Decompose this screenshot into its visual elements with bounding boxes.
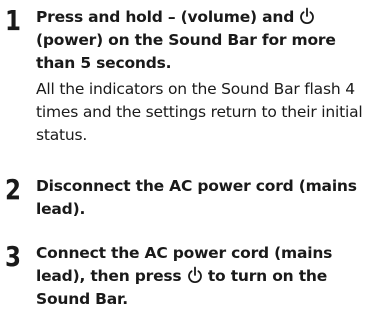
step-instruction: Connect the AC power cord (mains lead), …: [36, 242, 368, 311]
step-number: 3: [5, 240, 21, 273]
step-result: All the indicators on the Sound Bar flas…: [36, 80, 363, 144]
power-icon: [187, 266, 203, 284]
step-instruction: Press and hold – (volume) and (power) on…: [36, 6, 368, 75]
instruction-text: Press and hold – (volume) and: [36, 8, 300, 26]
step-instruction: Disconnect the AC power cord (mains lead…: [36, 175, 368, 221]
instruction-text: (power) on the Sound Bar for more than 5…: [36, 31, 336, 72]
step-number: 1: [5, 4, 21, 37]
instruction-text: Disconnect the AC power cord (mains lead…: [36, 177, 357, 218]
step-number: 2: [5, 173, 21, 206]
power-icon: [299, 7, 315, 25]
